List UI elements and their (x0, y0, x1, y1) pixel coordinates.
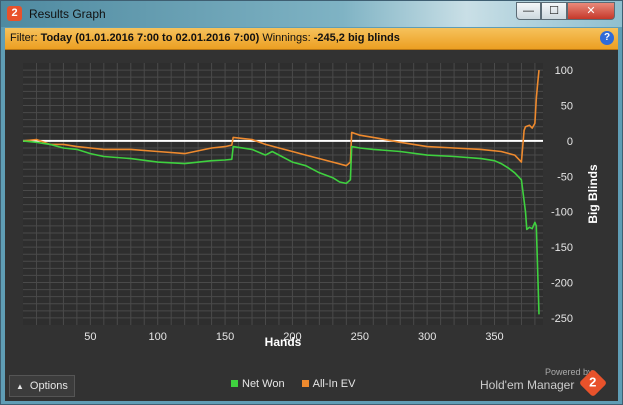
legend-item-all-in-ev[interactable]: All-In EV (301, 378, 356, 390)
x-tick-label: 350 (485, 331, 503, 343)
plot-area-background (23, 63, 543, 325)
y-axis-label: Big Blinds (586, 164, 600, 224)
title-bar[interactable]: 2 Results Graph — ☐ ✕ (1, 1, 622, 27)
y-tick-label: 50 (561, 100, 573, 112)
minimize-button[interactable]: — (516, 2, 541, 20)
winnings-value: -245,2 big blinds (313, 32, 400, 44)
legend-swatch-all-in-ev (301, 380, 309, 387)
caret-up-icon: ▲ (16, 382, 24, 391)
x-axis-label: Hands (265, 335, 302, 349)
options-button[interactable]: ▲ Options (9, 375, 75, 397)
results-graph-window: 2 Results Graph — ☐ ✕ Filter: Today (01.… (0, 0, 623, 405)
filter-value[interactable]: Today (01.01.2016 7:00 to 02.01.2016 7:0… (41, 32, 260, 44)
filter-text: Filter: Today (01.01.2016 7:00 to 02.01.… (10, 32, 400, 44)
app-icon: 2 (7, 6, 22, 21)
content-area: Filter: Today (01.01.2016 7:00 to 02.01.… (5, 28, 618, 401)
x-tick-label: 250 (351, 331, 369, 343)
x-tick-label: 100 (149, 331, 167, 343)
legend-swatch-net-won (231, 380, 238, 387)
legend-item-net-won[interactable]: Net Won (231, 378, 285, 390)
y-tick-label: -250 (551, 313, 573, 325)
y-tick-label: -50 (557, 171, 573, 183)
maximize-button[interactable]: ☐ (541, 2, 567, 20)
y-tick-label: -150 (551, 242, 573, 254)
y-tick-label: -100 (551, 207, 573, 219)
options-label: Options (29, 380, 68, 392)
y-tick-label: 100 (555, 65, 573, 77)
window-title: Results Graph (29, 7, 106, 21)
y-tick-labels: 100 50 0 -50 -100 -150 -200 -250 (551, 65, 573, 325)
winnings-label: Winnings: (262, 32, 311, 44)
y-tick-label: 0 (567, 136, 573, 148)
y-tick-label: -200 (551, 278, 573, 290)
close-button[interactable]: ✕ (567, 2, 615, 20)
x-tick-label: 150 (216, 331, 234, 343)
brand-name: Hold'em Manager (480, 378, 575, 392)
filter-bar: Filter: Today (01.01.2016 7:00 to 02.01.… (5, 28, 618, 50)
legend-label-all-in-ev: All-In EV (312, 378, 356, 390)
legend-label-net-won: Net Won (242, 378, 285, 390)
x-tick-label: 50 (84, 331, 96, 343)
x-tick-label: 300 (418, 331, 436, 343)
help-icon[interactable]: ? (600, 31, 614, 45)
filter-label: Filter: (10, 32, 38, 44)
results-chart: 50 100 150 200 250 300 350 100500-50-100-150-2… (22, 63, 600, 349)
brand-logo-text: 2 (589, 374, 597, 390)
chart-legend: Net Won All-In EV (231, 378, 369, 390)
